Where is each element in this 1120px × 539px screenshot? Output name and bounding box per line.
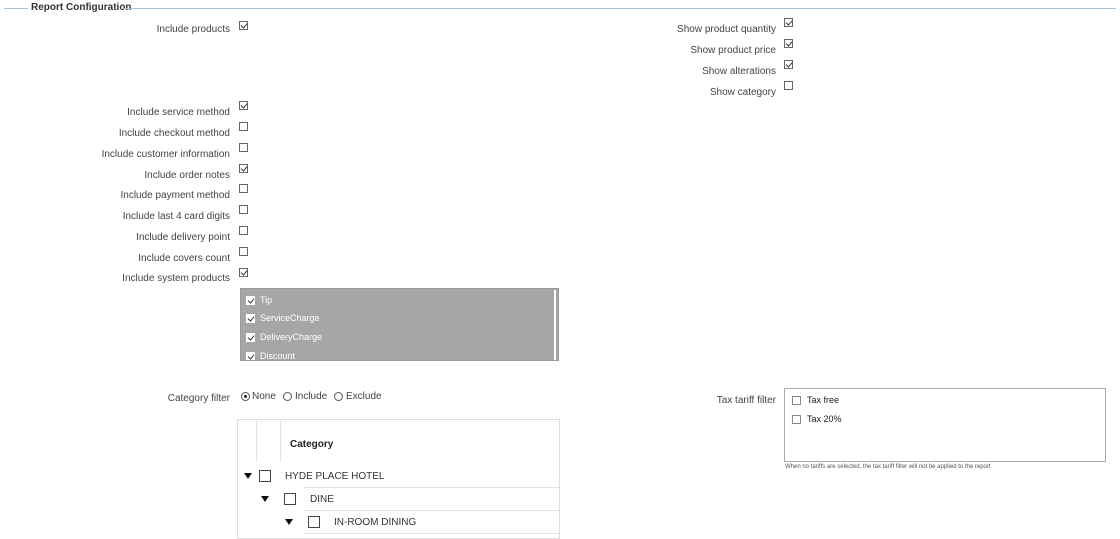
triangle-down-icon[interactable] bbox=[244, 473, 252, 479]
tax-tariff-filter-label: Tax tariff filter bbox=[716, 395, 776, 406]
tax-item-tax-20[interactable]: Tax 20% bbox=[792, 414, 842, 424]
fieldset-border-left bbox=[4, 8, 28, 9]
include-products-checkbox[interactable] bbox=[239, 21, 248, 30]
include-service-method-checkbox[interactable] bbox=[239, 101, 248, 110]
include-covers-count-checkbox[interactable] bbox=[239, 247, 248, 256]
system-product-checkbox[interactable] bbox=[246, 295, 255, 305]
include-checkout-method-checkbox[interactable] bbox=[239, 122, 248, 131]
tree-row-divider bbox=[304, 510, 559, 511]
tree-column-divider bbox=[280, 420, 281, 462]
tree-row-in-room-dining[interactable]: IN-ROOM DINING bbox=[285, 516, 416, 528]
include-last-4-card-digits-label: Include last 4 card digits bbox=[122, 211, 230, 222]
include-payment-method-checkbox[interactable] bbox=[239, 184, 248, 193]
tree-row-hyde-place-hotel[interactable]: HYDE PLACE HOTEL bbox=[244, 470, 384, 482]
include-system-products-label: Include system products bbox=[122, 273, 230, 284]
tax-item-label: Tax 20% bbox=[807, 414, 842, 424]
tree-header-category: Category bbox=[290, 439, 334, 450]
show-alterations-checkbox[interactable] bbox=[784, 60, 793, 69]
tax-item-label: Tax free bbox=[807, 395, 840, 405]
include-order-notes-checkbox[interactable] bbox=[239, 164, 248, 173]
tree-checkbox[interactable] bbox=[308, 516, 320, 528]
system-product-checkbox[interactable] bbox=[246, 351, 255, 360]
include-customer-information-label: Include customer information bbox=[101, 149, 230, 160]
radio-label-include: Include bbox=[295, 391, 328, 402]
system-product-checkbox[interactable] bbox=[246, 332, 255, 342]
include-products-label: Include products bbox=[156, 24, 230, 35]
section-title: Report Configuration bbox=[31, 2, 132, 13]
category-filter-radio-include[interactable] bbox=[283, 392, 292, 401]
include-order-notes-label: Include order notes bbox=[144, 170, 230, 181]
fieldset-border-right bbox=[121, 8, 1116, 9]
include-service-method-label: Include service method bbox=[127, 107, 230, 118]
include-system-products-checkbox[interactable] bbox=[239, 268, 248, 277]
show-category-checkbox[interactable] bbox=[784, 81, 793, 90]
include-delivery-point-checkbox[interactable] bbox=[239, 226, 248, 235]
include-customer-information-checkbox[interactable] bbox=[239, 143, 248, 152]
tax-filter-note: When no tariffs are selected, the tax ta… bbox=[785, 464, 991, 470]
include-checkout-method-label: Include checkout method bbox=[118, 128, 230, 139]
include-covers-count-label: Include covers count bbox=[138, 253, 230, 264]
system-products-list[interactable]: Tip ServiceCharge DeliveryCharge Discoun… bbox=[240, 288, 559, 361]
tree-row-label: HYDE PLACE HOTEL bbox=[285, 470, 385, 482]
category-tree[interactable]: Category HYDE PLACE HOTEL DINE IN-ROOM D… bbox=[237, 419, 560, 539]
system-product-label: Tip bbox=[260, 295, 273, 305]
tree-row-dine[interactable]: DINE bbox=[261, 493, 334, 505]
system-product-item-discount[interactable]: Discount bbox=[246, 348, 296, 361]
system-product-item-deliverycharge[interactable]: DeliveryCharge bbox=[246, 329, 322, 345]
category-filter-radio-none[interactable] bbox=[241, 392, 250, 401]
tree-checkbox[interactable] bbox=[284, 493, 296, 505]
system-product-label: DeliveryCharge bbox=[260, 332, 323, 342]
tree-row-divider bbox=[304, 487, 559, 488]
triangle-down-icon[interactable] bbox=[261, 496, 269, 502]
radio-label-none: None bbox=[252, 391, 276, 402]
show-product-quantity-checkbox[interactable] bbox=[784, 18, 793, 27]
include-delivery-point-label: Include delivery point bbox=[136, 232, 230, 243]
tax-tariff-list[interactable]: Tax free Tax 20% bbox=[784, 388, 1106, 462]
include-last-4-card-digits-checkbox[interactable] bbox=[239, 205, 248, 214]
tree-row-label: IN-ROOM DINING bbox=[334, 516, 417, 528]
triangle-down-icon[interactable] bbox=[285, 519, 293, 525]
system-product-label: Discount bbox=[260, 351, 296, 361]
tax-item-tax-free[interactable]: Tax free bbox=[792, 395, 839, 405]
tree-column-divider bbox=[256, 420, 257, 462]
list-scrollbar[interactable] bbox=[554, 290, 556, 360]
tree-row-label: DINE bbox=[310, 493, 334, 505]
category-filter-radio-exclude[interactable] bbox=[334, 392, 343, 401]
show-product-price-checkbox[interactable] bbox=[784, 39, 793, 48]
system-product-item-servicecharge[interactable]: ServiceCharge bbox=[246, 310, 320, 326]
tax-checkbox[interactable] bbox=[792, 414, 801, 424]
show-category-label: Show category bbox=[709, 87, 776, 98]
tax-checkbox[interactable] bbox=[792, 395, 801, 405]
category-filter-label: Category filter bbox=[167, 393, 230, 404]
tree-checkbox[interactable] bbox=[259, 470, 271, 482]
radio-label-exclude: Exclude bbox=[346, 391, 382, 402]
show-product-price-label: Show product price bbox=[690, 45, 776, 56]
system-product-checkbox[interactable] bbox=[246, 313, 255, 323]
system-product-item-tip[interactable]: Tip bbox=[246, 292, 272, 308]
include-payment-method-label: Include payment method bbox=[120, 190, 230, 201]
system-product-label: ServiceCharge bbox=[260, 313, 320, 323]
show-alterations-label: Show alterations bbox=[702, 66, 776, 77]
show-product-quantity-label: Show product quantity bbox=[677, 24, 776, 35]
